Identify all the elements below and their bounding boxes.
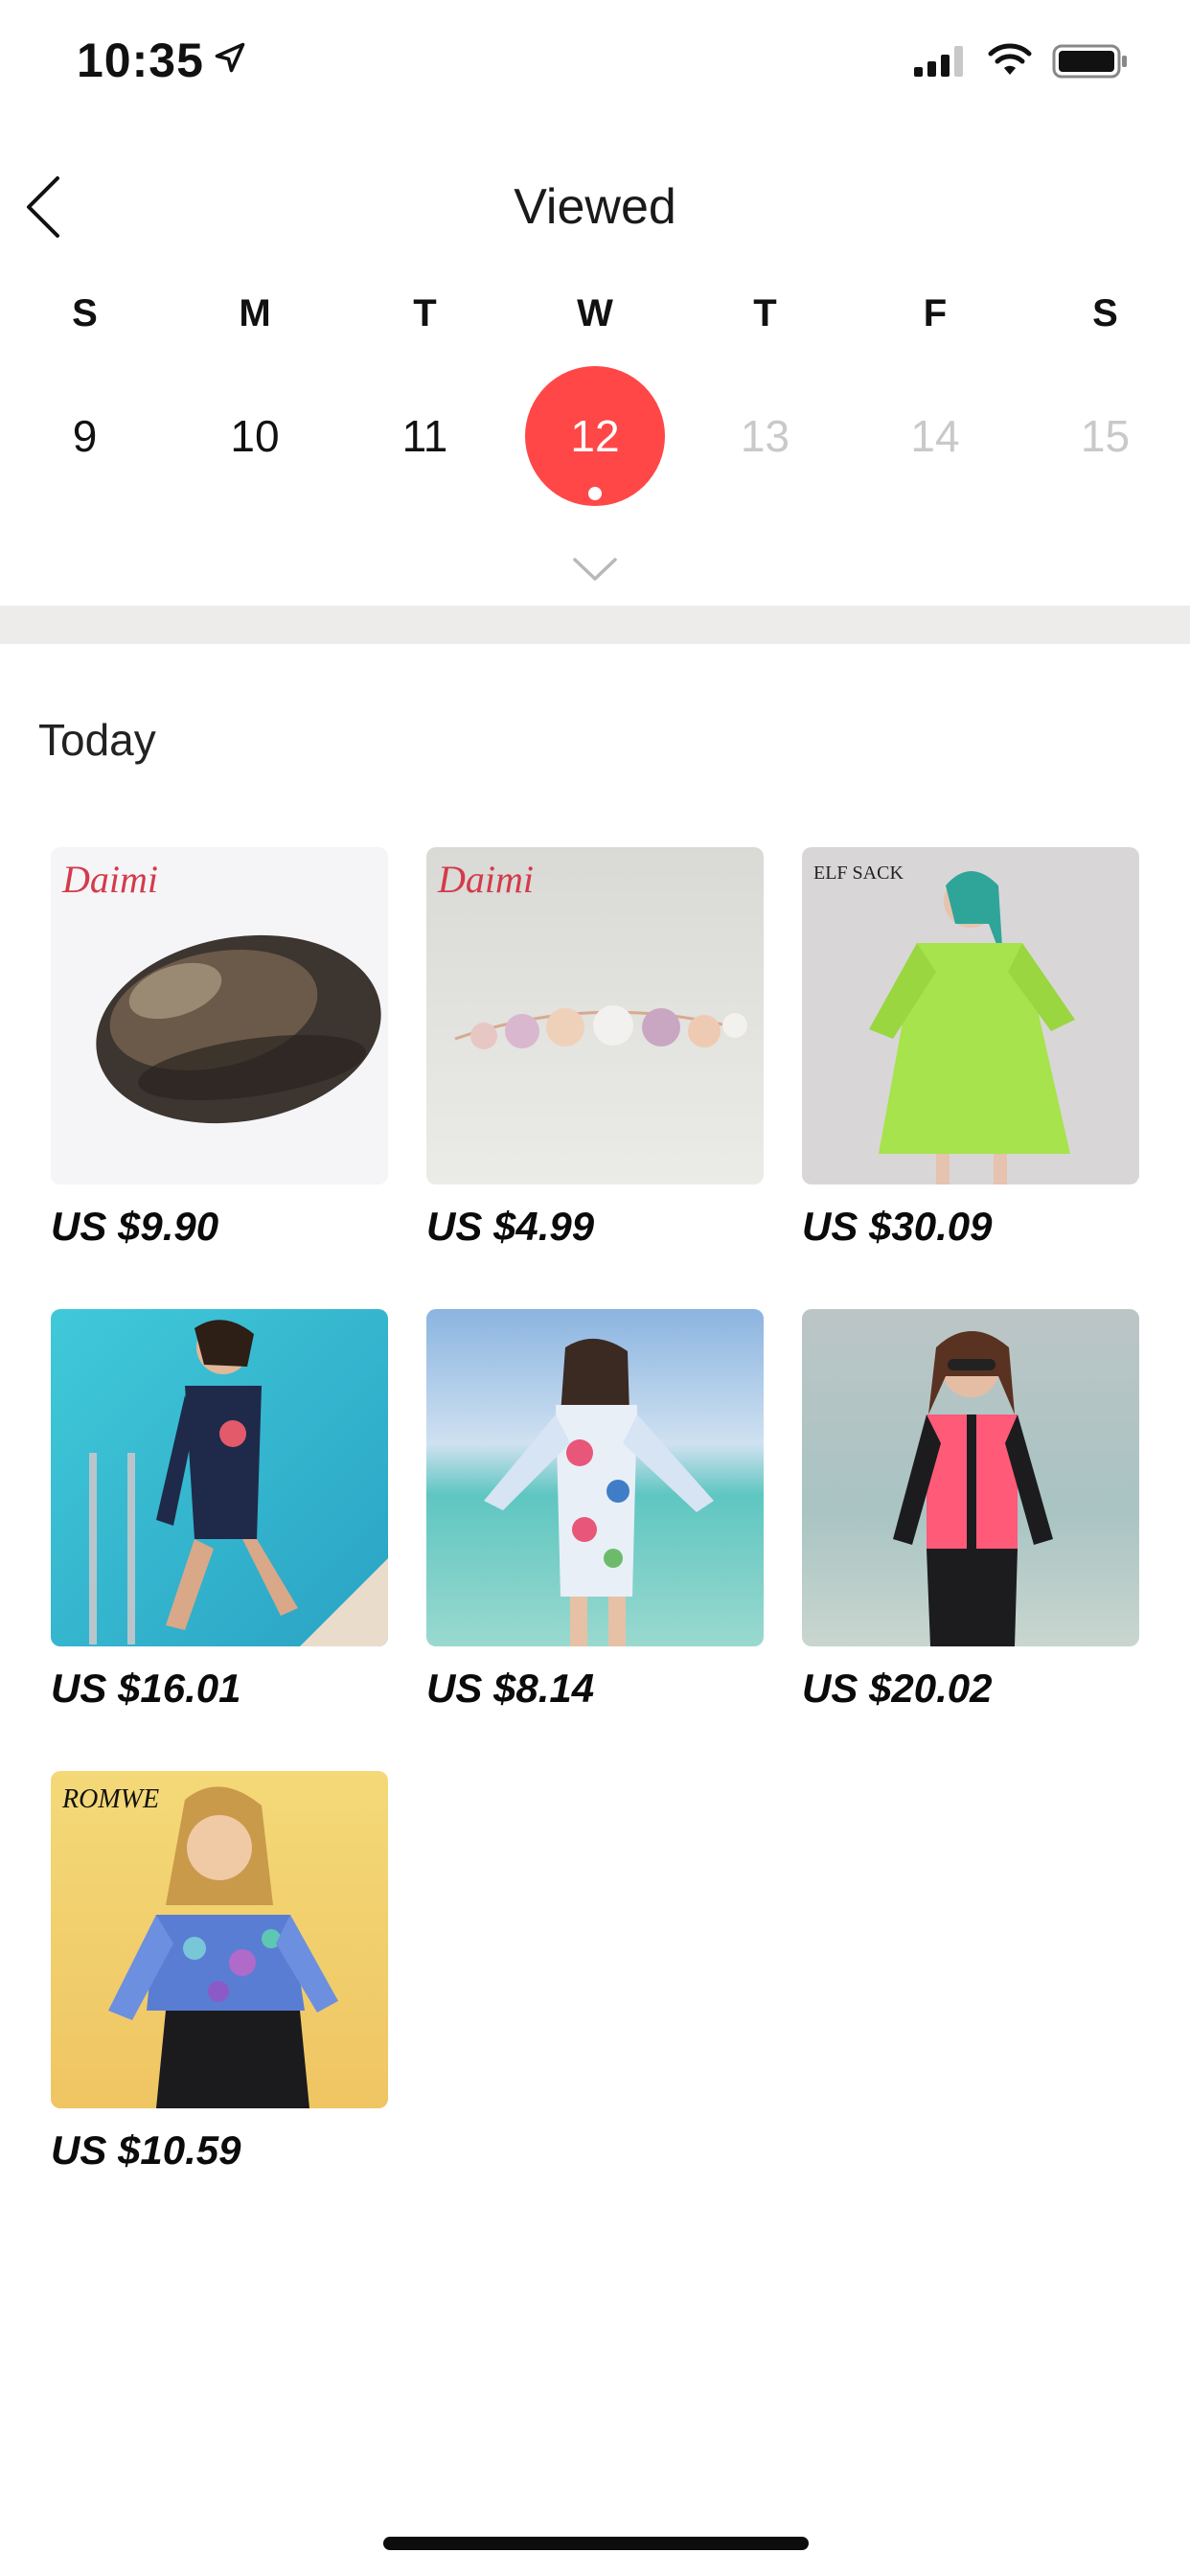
weekday-label: S	[1092, 292, 1118, 334]
green-dress-image	[869, 871, 1075, 1184]
brand-logo: ROMWE	[62, 1784, 160, 1814]
product-image[interactable]	[51, 1309, 388, 1646]
date-cell: 15	[1080, 411, 1131, 461]
product-card[interactable]: Daimi US $4.99	[426, 847, 764, 1250]
expand-calendar-chevron-icon[interactable]	[571, 554, 619, 583]
product-card[interactable]: US $20.02	[802, 1309, 1139, 1712]
weekday-label: F	[923, 292, 948, 334]
product-price: US $8.14	[426, 1666, 595, 1711]
sequin-top-image	[108, 1786, 338, 2108]
section-divider	[0, 606, 1190, 644]
date-cell: 13	[740, 411, 790, 461]
brand-logo: Daimi	[438, 858, 534, 901]
product-price: US $10.59	[51, 2128, 241, 2173]
product-image[interactable]	[802, 1309, 1139, 1646]
product-price: US $20.02	[802, 1666, 993, 1711]
floral-swimsuit-image	[484, 1338, 714, 1646]
date-row: 9 10 11 12 13 14 15	[0, 366, 1190, 506]
brand-logo: Daimi	[62, 858, 158, 901]
status-time: 10:35	[77, 34, 204, 87]
date-cell: 14	[910, 411, 960, 461]
product-card[interactable]: US $8.14	[426, 1309, 764, 1712]
home-indicator[interactable]	[383, 2537, 809, 2550]
date-cell[interactable]: 9	[0, 402, 170, 470]
weekday-label: T	[753, 292, 777, 334]
battery-icon	[1052, 44, 1127, 79]
brand-logo: ELF SACK	[813, 862, 904, 884]
section-title: Today	[38, 715, 156, 765]
pink-rash-guard-image	[893, 1331, 1053, 1646]
product-image[interactable]	[426, 1309, 764, 1646]
date-cell[interactable]: 11	[340, 402, 510, 470]
weekday-label: W	[577, 292, 613, 334]
wifi-icon	[988, 43, 1032, 75]
product-image[interactable]: Daimi	[51, 847, 388, 1184]
product-card[interactable]: ROMWE US $10.59	[51, 1771, 388, 2174]
product-image[interactable]: ROMWE	[51, 1771, 388, 2108]
weekday-row: S M T W T F S	[0, 292, 1190, 335]
product-card[interactable]: US $16.01	[51, 1309, 388, 1712]
product-image[interactable]: Daimi	[426, 847, 764, 1184]
product-price: US $4.99	[426, 1204, 595, 1249]
product-price: US $16.01	[51, 1666, 241, 1711]
weekday-label: S	[72, 292, 98, 334]
weekday-label: M	[239, 292, 271, 334]
page-title: Viewed	[514, 179, 676, 235]
date-cell[interactable]: 10	[171, 402, 340, 470]
location-arrow-icon	[215, 42, 245, 73]
product-image[interactable]: ELF SACK	[802, 847, 1139, 1184]
cellular-signal-icon	[914, 46, 963, 77]
date-cell-selected[interactable]: 12	[511, 366, 680, 506]
product-card[interactable]: Daimi US $9.90	[51, 847, 388, 1250]
weekday-label: T	[413, 292, 437, 334]
product-price: US $9.90	[51, 1204, 219, 1249]
product-price: US $30.09	[802, 1204, 993, 1249]
product-card[interactable]: ELF SACK US $30.09	[802, 847, 1139, 1250]
navy-swimsuit-image	[89, 1320, 388, 1646]
